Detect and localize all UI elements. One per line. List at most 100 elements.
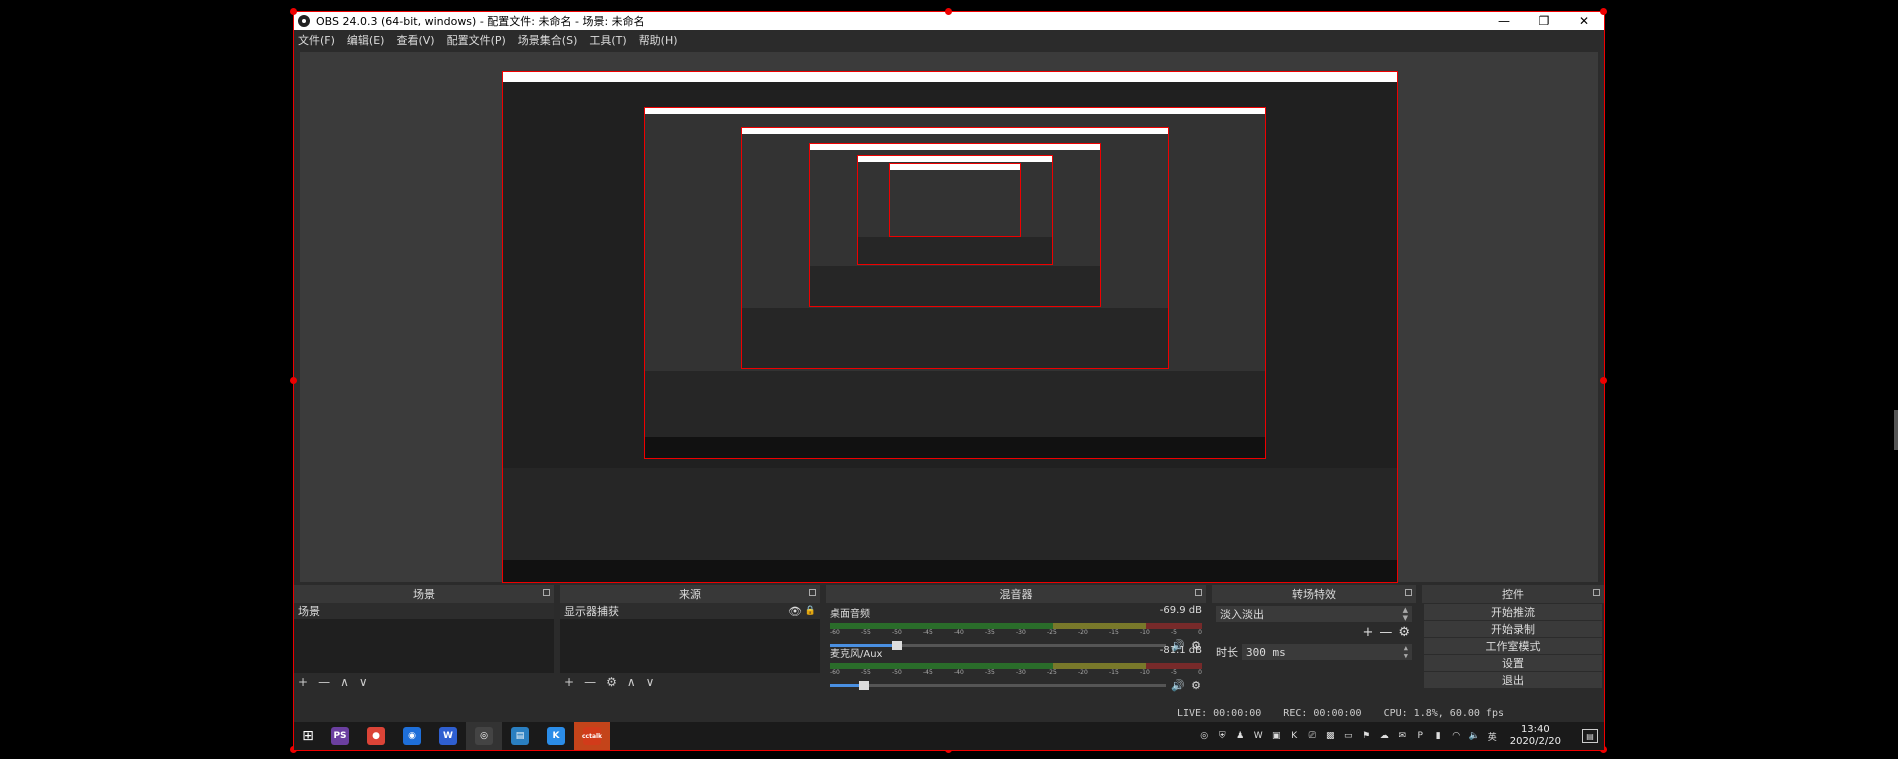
wps-tray-icon[interactable]: W <box>1252 730 1265 743</box>
gear-icon[interactable]: ⚙ <box>1190 679 1202 692</box>
clock[interactable]: 13:40 2020/2/20 <box>1510 724 1561 748</box>
windows-start-icon[interactable]: ⊞ <box>294 722 322 750</box>
chrome-icon: ● <box>367 727 385 745</box>
preview-canvas[interactable] <box>300 52 1598 583</box>
close-button[interactable]: ✕ <box>1564 12 1604 30</box>
add-source-button[interactable]: + <box>564 675 574 689</box>
float-dock-icon[interactable] <box>1405 589 1412 596</box>
move-up-button[interactable]: ∧ <box>340 675 349 689</box>
taskbar-app-chrome[interactable]: ● <box>358 722 394 750</box>
add-transition-button[interactable]: + <box>1362 625 1373 640</box>
nested-preview-level-5 <box>857 155 1053 265</box>
folder-icon[interactable]: ▭ <box>1342 730 1355 743</box>
cloud-icon[interactable]: ☁ <box>1378 730 1391 743</box>
float-dock-icon[interactable] <box>1195 589 1202 596</box>
channel-name: 桌面音频 <box>830 609 870 620</box>
settings-button[interactable]: 设置 <box>1424 655 1602 671</box>
slider-handle[interactable] <box>858 680 869 690</box>
float-dock-icon[interactable] <box>1593 589 1600 596</box>
shield-icon[interactable]: ⛨ <box>1216 730 1229 743</box>
float-dock-icon[interactable] <box>543 589 550 596</box>
move-down-button[interactable]: ∨ <box>646 675 655 689</box>
menu-tools[interactable]: 工具(T) <box>589 32 626 48</box>
sources-list[interactable]: 显示器捕获 👁 🔒 <box>560 603 820 673</box>
tick-label: -10 <box>1140 669 1150 676</box>
transform-handle[interactable] <box>1600 377 1607 384</box>
exit-button[interactable]: 退出 <box>1424 672 1602 688</box>
tick-label: -10 <box>1140 629 1150 636</box>
wifi-icon[interactable]: ◠ <box>1450 730 1463 743</box>
menu-profile[interactable]: 配置文件(P) <box>447 32 506 48</box>
remove-scene-button[interactable]: — <box>318 675 330 689</box>
minimize-button[interactable]: — <box>1484 12 1524 30</box>
nested-preview-level-6 <box>889 163 1021 237</box>
float-dock-icon[interactable] <box>809 589 816 596</box>
controls-dock-header[interactable]: 控件 <box>1422 585 1604 603</box>
transform-handle[interactable] <box>290 377 297 384</box>
menu-scene-collection[interactable]: 场景集合(S) <box>518 32 578 48</box>
transform-handle[interactable] <box>1600 8 1607 15</box>
window-icon[interactable]: ▣ <box>1270 730 1283 743</box>
speaker-icon[interactable]: 🔊 <box>1171 679 1185 692</box>
lock-icon[interactable]: 🔒 <box>805 606 816 616</box>
transform-handle[interactable] <box>945 8 952 15</box>
volume-slider[interactable] <box>830 680 1166 690</box>
menu-help[interactable]: 帮助(H) <box>639 32 678 48</box>
usb-icon[interactable]: ⎚ <box>1306 730 1319 743</box>
taskbar-app-photoshop[interactable]: PS <box>322 722 358 750</box>
list-item[interactable]: 场景 <box>294 603 554 619</box>
notification-icon[interactable]: ▤ <box>1582 729 1598 743</box>
nested-title <box>810 144 1100 150</box>
flag-icon[interactable]: ⚑ <box>1360 730 1373 743</box>
obs-tray-icon[interactable]: ◎ <box>1198 730 1211 743</box>
move-down-button[interactable]: ∨ <box>359 675 368 689</box>
taskbar-app-maps[interactable]: ◉ <box>394 722 430 750</box>
list-item[interactable]: 显示器捕获 👁 🔒 <box>560 603 820 619</box>
taskbar-app-kugou[interactable]: K <box>538 722 574 750</box>
start-streaming-button[interactable]: 开始推流 <box>1424 604 1602 620</box>
p-tray-icon[interactable]: P <box>1414 730 1427 743</box>
taskbar-app-cctalk[interactable]: cctalk <box>574 722 610 750</box>
transition-select[interactable]: 淡入淡出 ▲ ▼ <box>1216 606 1412 622</box>
menu-edit[interactable]: 编辑(E) <box>347 32 385 48</box>
start-recording-button[interactable]: 开始录制 <box>1424 621 1602 637</box>
transitions-dock-header[interactable]: 转场特效 <box>1212 585 1416 603</box>
scenes-dock-header[interactable]: 场景 <box>294 585 554 603</box>
photoshop-icon: PS <box>331 727 349 745</box>
remove-source-button[interactable]: — <box>584 675 596 689</box>
sources-dock-title: 来源 <box>679 588 701 601</box>
volume-icon[interactable]: 🔈 <box>1468 730 1481 743</box>
taskbar-app-obs[interactable]: ◎ <box>466 722 502 750</box>
ime-indicator[interactable]: 英 <box>1486 730 1499 743</box>
nvidia-icon[interactable]: ▩ <box>1324 730 1337 743</box>
sources-dock-header[interactable]: 来源 <box>560 585 820 603</box>
source-properties-button[interactable]: ⚙ <box>606 675 617 689</box>
person-icon[interactable]: ♟ <box>1234 730 1247 743</box>
duration-spinbox[interactable]: 300 ms ▲ ▼ <box>1242 644 1412 660</box>
kugou-icon: K <box>547 727 565 745</box>
gear-icon[interactable]: ⚙ <box>1398 625 1410 640</box>
eye-visibility-icon[interactable]: 👁 <box>788 605 802 618</box>
tick-label: 0 <box>1198 629 1202 636</box>
maximize-button[interactable]: ❐ <box>1524 12 1564 30</box>
scenes-list[interactable]: 场景 <box>294 603 554 673</box>
transform-handle[interactable] <box>290 8 297 15</box>
duration-value: 300 ms <box>1246 645 1286 659</box>
add-scene-button[interactable]: + <box>298 675 308 689</box>
menu-file[interactable]: 文件(F) <box>298 32 335 48</box>
mixer-dock-header[interactable]: 混音器 <box>826 585 1206 603</box>
tick-label: -35 <box>985 629 995 636</box>
nested-preview-level-3 <box>741 127 1169 369</box>
app-label: ◉ <box>408 731 416 741</box>
menu-view[interactable]: 查看(V) <box>396 32 434 48</box>
reader-icon: ▤ <box>511 727 529 745</box>
taskbar-app-wps-writer[interactable]: W <box>430 722 466 750</box>
wechat-icon[interactable]: ✉ <box>1396 730 1409 743</box>
battery-icon[interactable]: ▮ <box>1432 730 1445 743</box>
studio-mode-button[interactable]: 工作室模式 <box>1424 638 1602 654</box>
remove-transition-button[interactable]: — <box>1379 625 1392 640</box>
display-capture-source[interactable] <box>502 71 1398 583</box>
move-up-button[interactable]: ∧ <box>627 675 636 689</box>
taskbar-app-reader[interactable]: ▤ <box>502 722 538 750</box>
k-tray-icon[interactable]: K <box>1288 730 1301 743</box>
